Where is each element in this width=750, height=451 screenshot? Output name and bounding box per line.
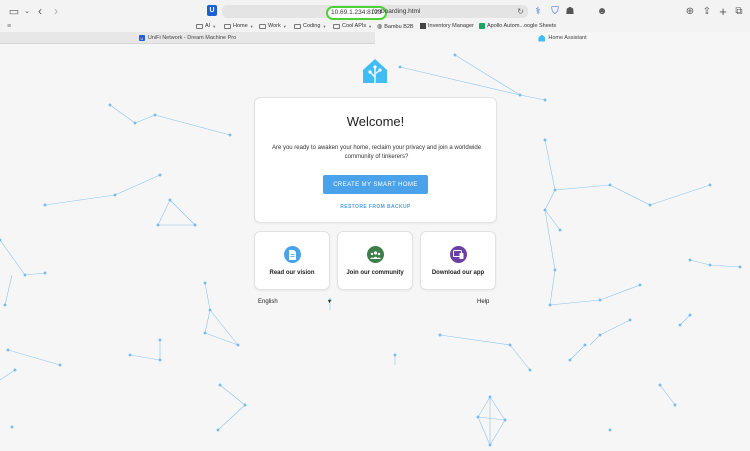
bookmark-label: Work <box>268 23 281 29</box>
folder-icon <box>196 23 203 29</box>
bookmarks-bar: ≡ AI ▼ Home ▼ Work ▼ Coding ▼ Cool APIs ▼ ◍ Ba… <box>0 22 750 32</box>
extension-icon[interactable]: ⚕ <box>531 4 545 18</box>
chevron-down-icon: ▼ <box>249 23 254 29</box>
home-assistant-favicon-icon <box>538 34 546 42</box>
folder-icon <box>333 23 340 29</box>
bookmark-label: Apollo Autom...oogle Sheets <box>487 23 557 29</box>
chevron-down-icon[interactable]: ⌄ <box>20 4 34 18</box>
inventory-icon <box>420 23 426 29</box>
welcome-intro-text: Are you ready to awaken your home, recla… <box>271 145 482 160</box>
forward-icon[interactable]: › <box>49 4 63 18</box>
shield-icon[interactable]: ⛉ <box>548 4 562 18</box>
bookmark-label: Coding <box>303 23 321 29</box>
welcome-title: Welcome! <box>346 114 405 129</box>
bookmark-label: Bambu B2B <box>384 23 414 30</box>
folder-icon <box>224 23 231 29</box>
back-icon[interactable]: ‹ <box>33 4 47 18</box>
incognito-icon[interactable]: ☻ <box>595 4 609 18</box>
join-our-community-card[interactable]: Join our community <box>337 231 413 290</box>
devices-icon <box>450 246 467 263</box>
restore-from-backup-link[interactable]: RESTORE FROM BACKUP <box>323 204 428 210</box>
bookmark-label: Inventory Manager <box>428 23 474 29</box>
browser-toolbar: ▭ ⌄ ‹ › U 10.69.1.234:8123 /onboarding.h… <box>0 0 750 22</box>
bookmark-apollo-sheets[interactable]: Apollo Autom...oogle Sheets <box>479 23 556 29</box>
bookmark-folder-home[interactable]: Home ▼ <box>224 23 254 29</box>
folder-icon <box>294 23 301 29</box>
chevron-down-icon: ▼ <box>322 23 327 29</box>
url-path: /onboarding.html <box>372 8 421 15</box>
globe-icon: ◍ <box>377 24 383 30</box>
create-smart-home-button[interactable]: CREATE MY SMART HOME <box>323 175 428 194</box>
bitwarden-extension-icon[interactable]: U <box>207 5 217 16</box>
chevron-down-icon: ▼ <box>282 23 287 29</box>
folder-icon <box>259 23 266 29</box>
bookmark-bambu-b2b[interactable]: ◍ Bambu B2B <box>377 23 414 31</box>
bookmark-label: Cool APIs <box>342 23 367 29</box>
bookmark-folder-ai[interactable]: AI ▼ <box>196 23 216 29</box>
chevron-down-icon: ▼ <box>212 23 217 29</box>
bookmark-folder-work[interactable]: Work ▼ <box>259 23 287 29</box>
tab-home-assistant[interactable]: Home Assistant <box>375 32 750 44</box>
address-bar[interactable]: 10.69.1.234:8123 /onboarding.html ↻ <box>222 5 528 20</box>
card-label: Join our community <box>346 270 404 276</box>
bookmark-inventory-manager[interactable]: Inventory Manager <box>420 23 474 29</box>
tab-unifi[interactable]: U UniFi Network - Dream Machine Pro <box>0 32 375 44</box>
card-label: Download our app <box>431 270 485 276</box>
help-link[interactable]: Help <box>477 299 489 305</box>
new-tab-icon[interactable]: + <box>716 4 730 19</box>
read-our-vision-card[interactable]: Read our vision <box>254 231 330 290</box>
sheets-icon <box>479 23 485 29</box>
chevron-down-icon: ▼ <box>327 299 332 305</box>
download-our-app-card[interactable]: Download our app <box>420 231 496 290</box>
reading-list-icon[interactable]: ≡ <box>7 23 11 30</box>
home-assistant-logo-icon <box>363 59 387 83</box>
chevron-down-icon: ▼ <box>368 23 373 29</box>
card-label: Read our vision <box>269 270 315 276</box>
people-icon <box>367 246 384 263</box>
share-icon[interactable]: ⇪ <box>700 4 714 18</box>
bookmark-folder-coding[interactable]: Coding ▼ <box>294 23 326 29</box>
tab-overview-icon[interactable]: ⧉ <box>732 4 746 18</box>
sidebar-toggle-icon[interactable]: ▭ <box>7 4 21 18</box>
unifi-favicon-icon: U <box>138 35 145 41</box>
extension-icon[interactable]: ☗ <box>563 4 577 18</box>
download-icon[interactable]: ⊕ <box>683 4 697 18</box>
tab-strip: U UniFi Network - Dream Machine Pro Home… <box>0 32 750 44</box>
welcome-card: Welcome! Are you ready to awaken your ho… <box>254 97 497 223</box>
tab-label: Home Assistant <box>548 35 587 41</box>
document-icon <box>284 246 301 263</box>
language-select[interactable]: English ▼ <box>258 299 332 308</box>
bookmark-label: Home <box>233 23 248 29</box>
tab-label: UniFi Network - Dream Machine Pro <box>147 35 237 41</box>
bookmark-folder-cool-apis[interactable]: Cool APIs ▼ <box>333 23 372 29</box>
reload-icon[interactable]: ↻ <box>517 7 524 16</box>
language-value: English <box>258 299 278 305</box>
bookmark-label: AI <box>205 23 211 29</box>
